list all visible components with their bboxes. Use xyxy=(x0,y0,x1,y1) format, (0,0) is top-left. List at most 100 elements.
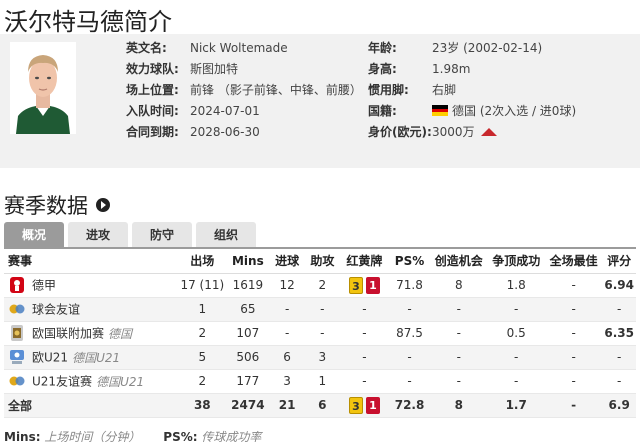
mins-cell: 65 xyxy=(226,297,270,322)
red-card-icon: 1 xyxy=(365,396,380,414)
team-value[interactable]: 斯图加特 xyxy=(190,61,356,77)
tab-overview[interactable]: 概况 xyxy=(4,222,64,248)
height-label: 身高: xyxy=(368,62,397,76)
position-value: 前锋 （影子前锋、中锋、前腰） xyxy=(190,83,362,97)
competition-cell[interactable]: U21友谊赛 德国U21 xyxy=(4,369,179,394)
chances-cell: 8 xyxy=(430,393,488,418)
aerials-cell: 1.7 xyxy=(487,393,545,418)
competition-name: U21友谊赛 xyxy=(32,374,93,389)
header-cards[interactable]: 红黄牌 xyxy=(339,249,389,274)
header-rating[interactable]: 评分 xyxy=(602,249,636,274)
header-chances[interactable]: 创造机会 xyxy=(430,249,488,274)
apps-cell: 2 xyxy=(178,321,227,346)
bundesliga-icon xyxy=(10,277,24,293)
goals-cell: 6 xyxy=(269,345,305,370)
rating-cell: 6.35 xyxy=(602,321,636,346)
table-row: 德甲 17 (11) 1619 12 2 31 71.8 8 1.8 - 6.9… xyxy=(4,273,636,298)
stats-tabs: 概况 进攻 防守 组织 xyxy=(4,222,260,248)
team-label: 效力球队: xyxy=(126,62,179,76)
pass-pct-cell: 71.8 xyxy=(388,273,431,298)
profile-row-foot: 惯用脚: 右脚 xyxy=(368,82,640,98)
team-subtitle: 德国 xyxy=(108,326,133,341)
rating-cell: - xyxy=(602,297,636,322)
apps-cell: 1 xyxy=(178,297,227,322)
pass-pct-cell: 72.8 xyxy=(388,393,431,418)
red-card-icon: 1 xyxy=(365,276,380,294)
position-label: 场上位置: xyxy=(126,83,179,97)
aerials-cell: 1.8 xyxy=(487,273,545,298)
competition-cell[interactable]: 德甲 xyxy=(4,273,179,298)
cards-cell: 31 xyxy=(339,273,389,298)
profile-row-join-date: 入队时间: 2024-07-01 xyxy=(126,103,356,119)
header-apps[interactable]: 出场 xyxy=(178,249,227,274)
apps-cell: 38 xyxy=(178,393,227,418)
assists-cell: 3 xyxy=(304,345,340,370)
height-value: 1.98m xyxy=(432,62,471,76)
nationality-text: 德国 (2次入选 / 进0球) xyxy=(452,104,577,118)
competition-name: 欧国联附加赛 xyxy=(32,326,105,341)
english-name-label: 英文名: xyxy=(126,41,167,55)
foot-value: 右脚 xyxy=(432,83,457,97)
profile-row-contract: 合同到期: 2028-06-30 xyxy=(126,124,356,140)
motm-cell: - xyxy=(544,273,603,298)
profile-row-team: 效力球队: 斯图加特 xyxy=(126,61,356,77)
aerials-cell: - xyxy=(487,297,545,322)
mins-cell: 177 xyxy=(226,369,270,394)
chances-cell: - xyxy=(430,297,488,322)
table-legend: Mins: 上场时间（分钟） PS%: 传球成功率 xyxy=(4,428,261,444)
goals-cell: - xyxy=(269,321,305,346)
assists-cell: 6 xyxy=(304,393,340,418)
pass-pct-cell: - xyxy=(388,297,431,322)
tab-attack[interactable]: 进攻 xyxy=(68,222,128,248)
table-row: U21友谊赛 德国U21 2 177 3 1 - - - - - - xyxy=(4,369,636,394)
header-competition[interactable]: 赛事 xyxy=(4,249,179,274)
pass-pct-cell: - xyxy=(388,345,431,370)
cards-cell: 31 xyxy=(339,393,389,418)
competition-cell[interactable]: 欧U21 德国U21 xyxy=(4,345,179,370)
table-row: 球会友谊 1 65 - - - - - - - - xyxy=(4,297,636,322)
pass-pct-cell: 87.5 xyxy=(388,321,431,346)
season-stats-title: 赛季数据 xyxy=(4,194,88,218)
motm-cell: - xyxy=(544,321,603,346)
season-stats-table: 赛事 出场 Mins 进球 助攻 红黄牌 PS% 创造机会 争顶成功 全场最佳 … xyxy=(4,249,636,418)
circle-arrow-right-icon[interactable] xyxy=(96,198,110,212)
cards-cell: - xyxy=(339,321,389,346)
competition-cell[interactable]: 球会友谊 xyxy=(4,297,179,322)
profile-row-english-name: 英文名: Nick Woltemade xyxy=(126,40,356,56)
header-assists[interactable]: 助攻 xyxy=(304,249,340,274)
legend-ps-desc: 传球成功率 xyxy=(201,430,262,444)
header-pass-pct[interactable]: PS% xyxy=(388,249,431,274)
cards-cell: - xyxy=(339,345,389,370)
pass-pct-cell: - xyxy=(388,369,431,394)
header-goals[interactable]: 进球 xyxy=(269,249,305,274)
assists-cell: 2 xyxy=(304,273,340,298)
profile-row-position: 场上位置: 前锋 （影子前锋、中锋、前腰） xyxy=(126,82,362,98)
motm-cell: - xyxy=(544,369,603,394)
profile-row-nationality: 国籍: 德国 (2次入选 / 进0球) xyxy=(368,103,640,119)
tab-defense[interactable]: 防守 xyxy=(132,222,192,248)
competition-cell[interactable]: 欧国联附加赛 德国 xyxy=(4,321,179,346)
rating-cell: - xyxy=(602,345,636,370)
page-title: 沃尔特马德简介 xyxy=(4,8,172,36)
tab-organize[interactable]: 组织 xyxy=(196,222,256,248)
mins-cell: 2474 xyxy=(226,393,270,418)
english-name-value: Nick Woltemade xyxy=(190,41,288,55)
chances-cell: 8 xyxy=(430,273,488,298)
legend-ps-key: PS%: xyxy=(163,430,198,444)
header-mins[interactable]: Mins xyxy=(226,249,270,274)
cards-cell: - xyxy=(339,369,389,394)
join-date-label: 入队时间: xyxy=(126,104,179,118)
apps-cell: 5 xyxy=(178,345,227,370)
profile-row-height: 身高: 1.98m xyxy=(368,61,640,77)
legend-mins-desc: 上场时间（分钟） xyxy=(44,430,141,444)
assists-cell: 1 xyxy=(304,369,340,394)
header-aerials[interactable]: 争顶成功 xyxy=(487,249,545,274)
mins-cell: 506 xyxy=(226,345,270,370)
legend-mins-key: Mins: xyxy=(4,430,41,444)
player-photo xyxy=(10,42,76,134)
table-header-row: 赛事 出场 Mins 进球 助攻 红黄牌 PS% 创造机会 争顶成功 全场最佳 … xyxy=(4,249,636,274)
team-subtitle: 德国U21 xyxy=(96,374,145,389)
table-row: 欧U21 德国U21 5 506 6 3 - - - - - - xyxy=(4,345,636,370)
header-motm[interactable]: 全场最佳 xyxy=(544,249,603,274)
join-date-value: 2024-07-01 xyxy=(190,104,260,118)
